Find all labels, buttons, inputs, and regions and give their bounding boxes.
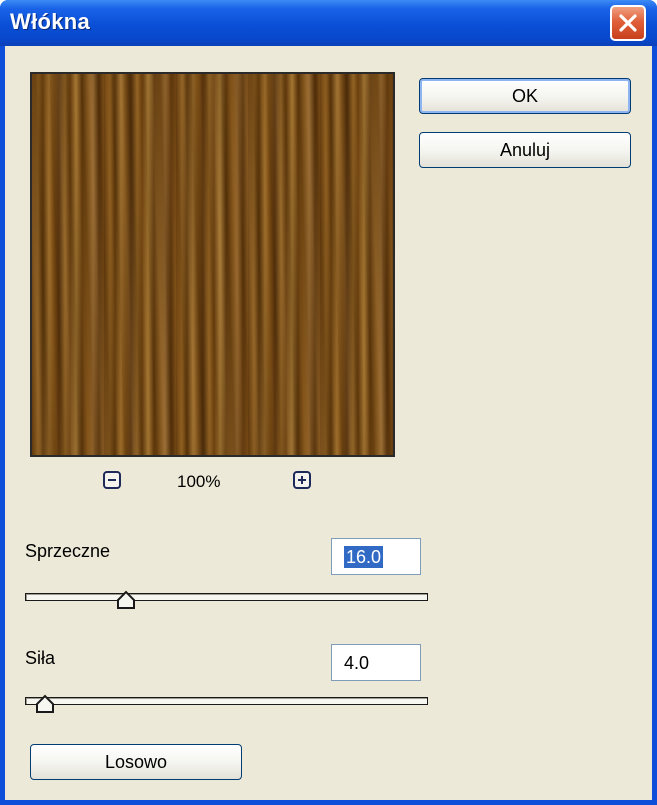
minus-icon (108, 479, 116, 481)
contrast-input[interactable]: 16.0 (331, 538, 421, 575)
plus-icon (298, 476, 306, 484)
slider-thumb[interactable] (116, 590, 136, 610)
close-icon (619, 14, 637, 32)
slider-track (25, 697, 428, 705)
slider-track (25, 593, 428, 601)
zoom-controls: 100% (5, 466, 405, 496)
window-title: Włókna (10, 9, 91, 34)
dialog-body: 100% Sprzeczne 16.0 Siła 4.0 OK Anuluj L… (5, 46, 652, 800)
close-button[interactable] (610, 5, 646, 41)
zoom-in-button[interactable] (293, 471, 311, 489)
zoom-out-button[interactable] (103, 471, 121, 489)
contrast-label: Sprzeczne (25, 541, 111, 561)
contrast-slider[interactable] (25, 590, 430, 620)
strength-input[interactable]: 4.0 (331, 644, 421, 681)
contrast-value: 16.0 (344, 546, 384, 568)
zoom-level: 100% (177, 472, 221, 491)
ok-button[interactable]: OK (419, 78, 631, 114)
strength-slider[interactable] (25, 694, 430, 724)
title-bar[interactable]: Włókna (0, 0, 657, 46)
strength-value: 4.0 (344, 653, 370, 673)
fibers-dialog: Włókna 100% Sprzeczne 16.0 Siła 4.0 OK A… (0, 0, 657, 805)
texture-preview[interactable] (30, 72, 395, 457)
cancel-button[interactable]: Anuluj (419, 132, 631, 168)
strength-label: Siła (25, 648, 56, 668)
slider-thumb[interactable] (35, 694, 55, 714)
random-button[interactable]: Losowo (30, 744, 242, 780)
